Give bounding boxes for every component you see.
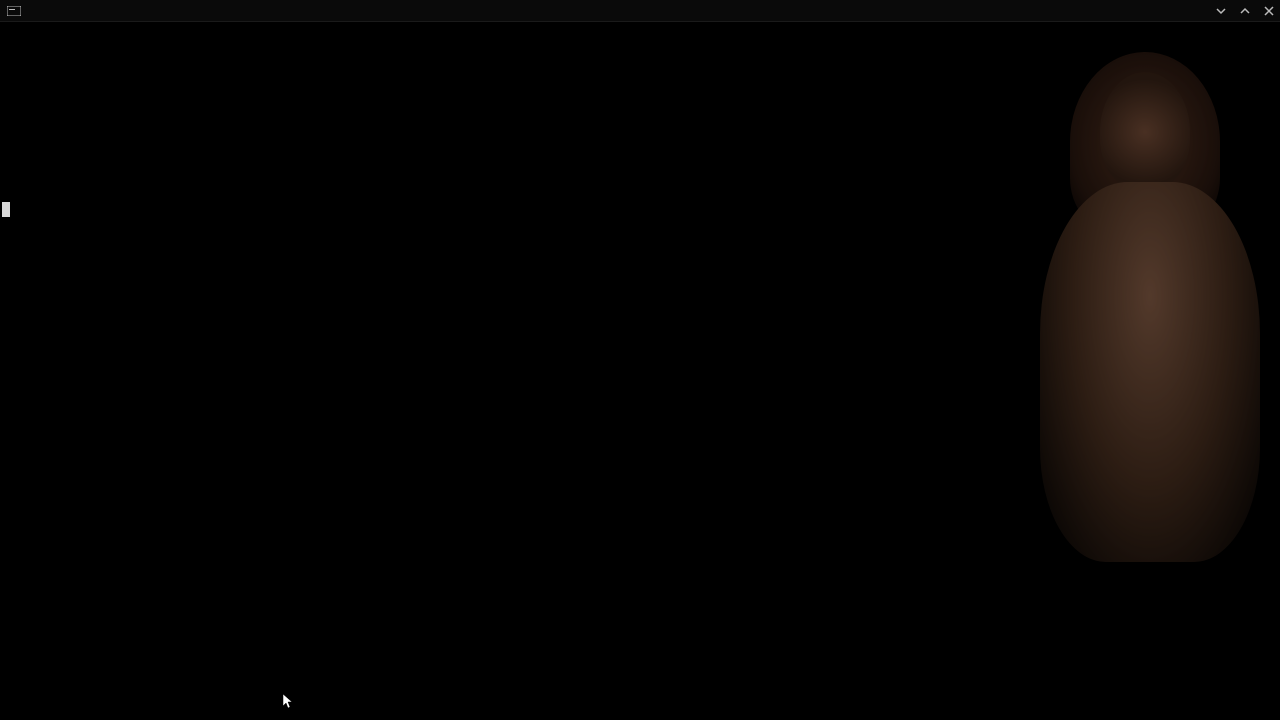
ls-output-line — [2, 58, 1278, 74]
cursor-icon — [2, 202, 10, 217]
prompt-line — [2, 90, 1278, 106]
app-icon — [6, 5, 22, 17]
close-button[interactable] — [1264, 6, 1274, 16]
titlebar — [0, 0, 1280, 22]
output-line — [2, 170, 1278, 186]
maximize-button[interactable] — [1240, 6, 1250, 16]
terminal-area[interactable] — [0, 22, 1280, 720]
minimize-button[interactable] — [1216, 6, 1226, 16]
prompt-line — [2, 138, 1278, 154]
prompt-line — [2, 202, 1278, 218]
